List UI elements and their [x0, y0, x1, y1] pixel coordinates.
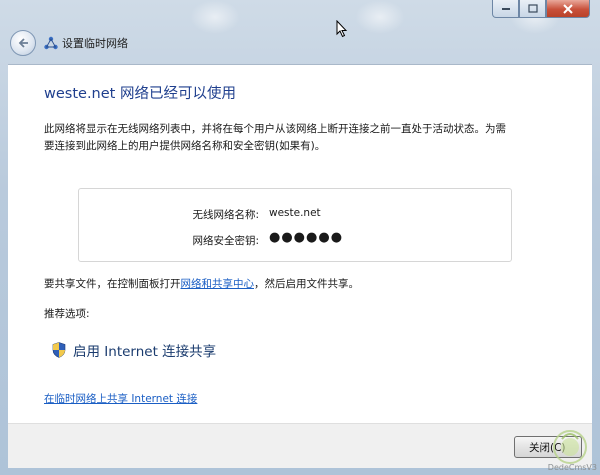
page-headline: weste.net 网络已经可以使用: [44, 86, 236, 102]
maximize-icon: [527, 4, 538, 13]
security-key-value: ●●●●●●: [269, 230, 344, 245]
close-icon: [563, 3, 573, 14]
file-sharing-suffix: ，然后启用文件共享。: [254, 278, 359, 290]
enable-ics-label: 启用 Internet 连接共享: [73, 344, 217, 360]
dialog-window: 设置临时网络 weste.net 网络已经可以使用 此网络将显示在无线网络列表中…: [0, 0, 600, 475]
content-panel: weste.net 网络已经可以使用 此网络将显示在无线网络列表中，并将在每个用…: [8, 64, 592, 423]
enable-ics-option[interactable]: 启用 Internet 连接共享: [52, 340, 216, 360]
navigation-bar: 设置临时网络: [8, 27, 592, 59]
file-sharing-text: 要共享文件，在控制面板打开网络和共享中心，然后启用文件共享。: [44, 276, 359, 291]
watermark-text: DedeCmsV3: [547, 463, 597, 472]
uac-shield-icon: [52, 342, 66, 358]
description-text: 此网络将显示在无线网络列表中，并将在每个用户从该网络上断开连接之前一直处于活动状…: [44, 123, 506, 152]
network-name-value: weste.net: [269, 207, 321, 219]
back-arrow-icon: [18, 38, 28, 48]
network-sharing-center-link[interactable]: 网络和共享中心: [181, 278, 255, 290]
file-sharing-prefix: 要共享文件，在控制面板打开: [44, 278, 181, 290]
dialog-footer: 关闭(C): [8, 423, 592, 468]
adhoc-network-icon: [44, 36, 58, 50]
window-close-button[interactable]: [546, 0, 590, 18]
network-info-box: 无线网络名称: weste.net 网络安全密钥: ●●●●●●: [78, 188, 512, 262]
network-name-label: 无线网络名称:: [192, 209, 259, 221]
dialog-title: 设置临时网络: [62, 37, 128, 50]
caption-buttons: [492, 0, 590, 18]
maximize-button[interactable]: [519, 0, 546, 18]
minimize-icon: [501, 7, 510, 10]
minimize-button[interactable]: [492, 0, 519, 18]
recommended-options-label: 推荐选项:: [44, 308, 90, 320]
back-button[interactable]: [10, 30, 36, 56]
security-key-label: 网络安全密钥:: [192, 235, 259, 247]
share-internet-link[interactable]: 在临时网络上共享 Internet 连接: [44, 391, 197, 406]
